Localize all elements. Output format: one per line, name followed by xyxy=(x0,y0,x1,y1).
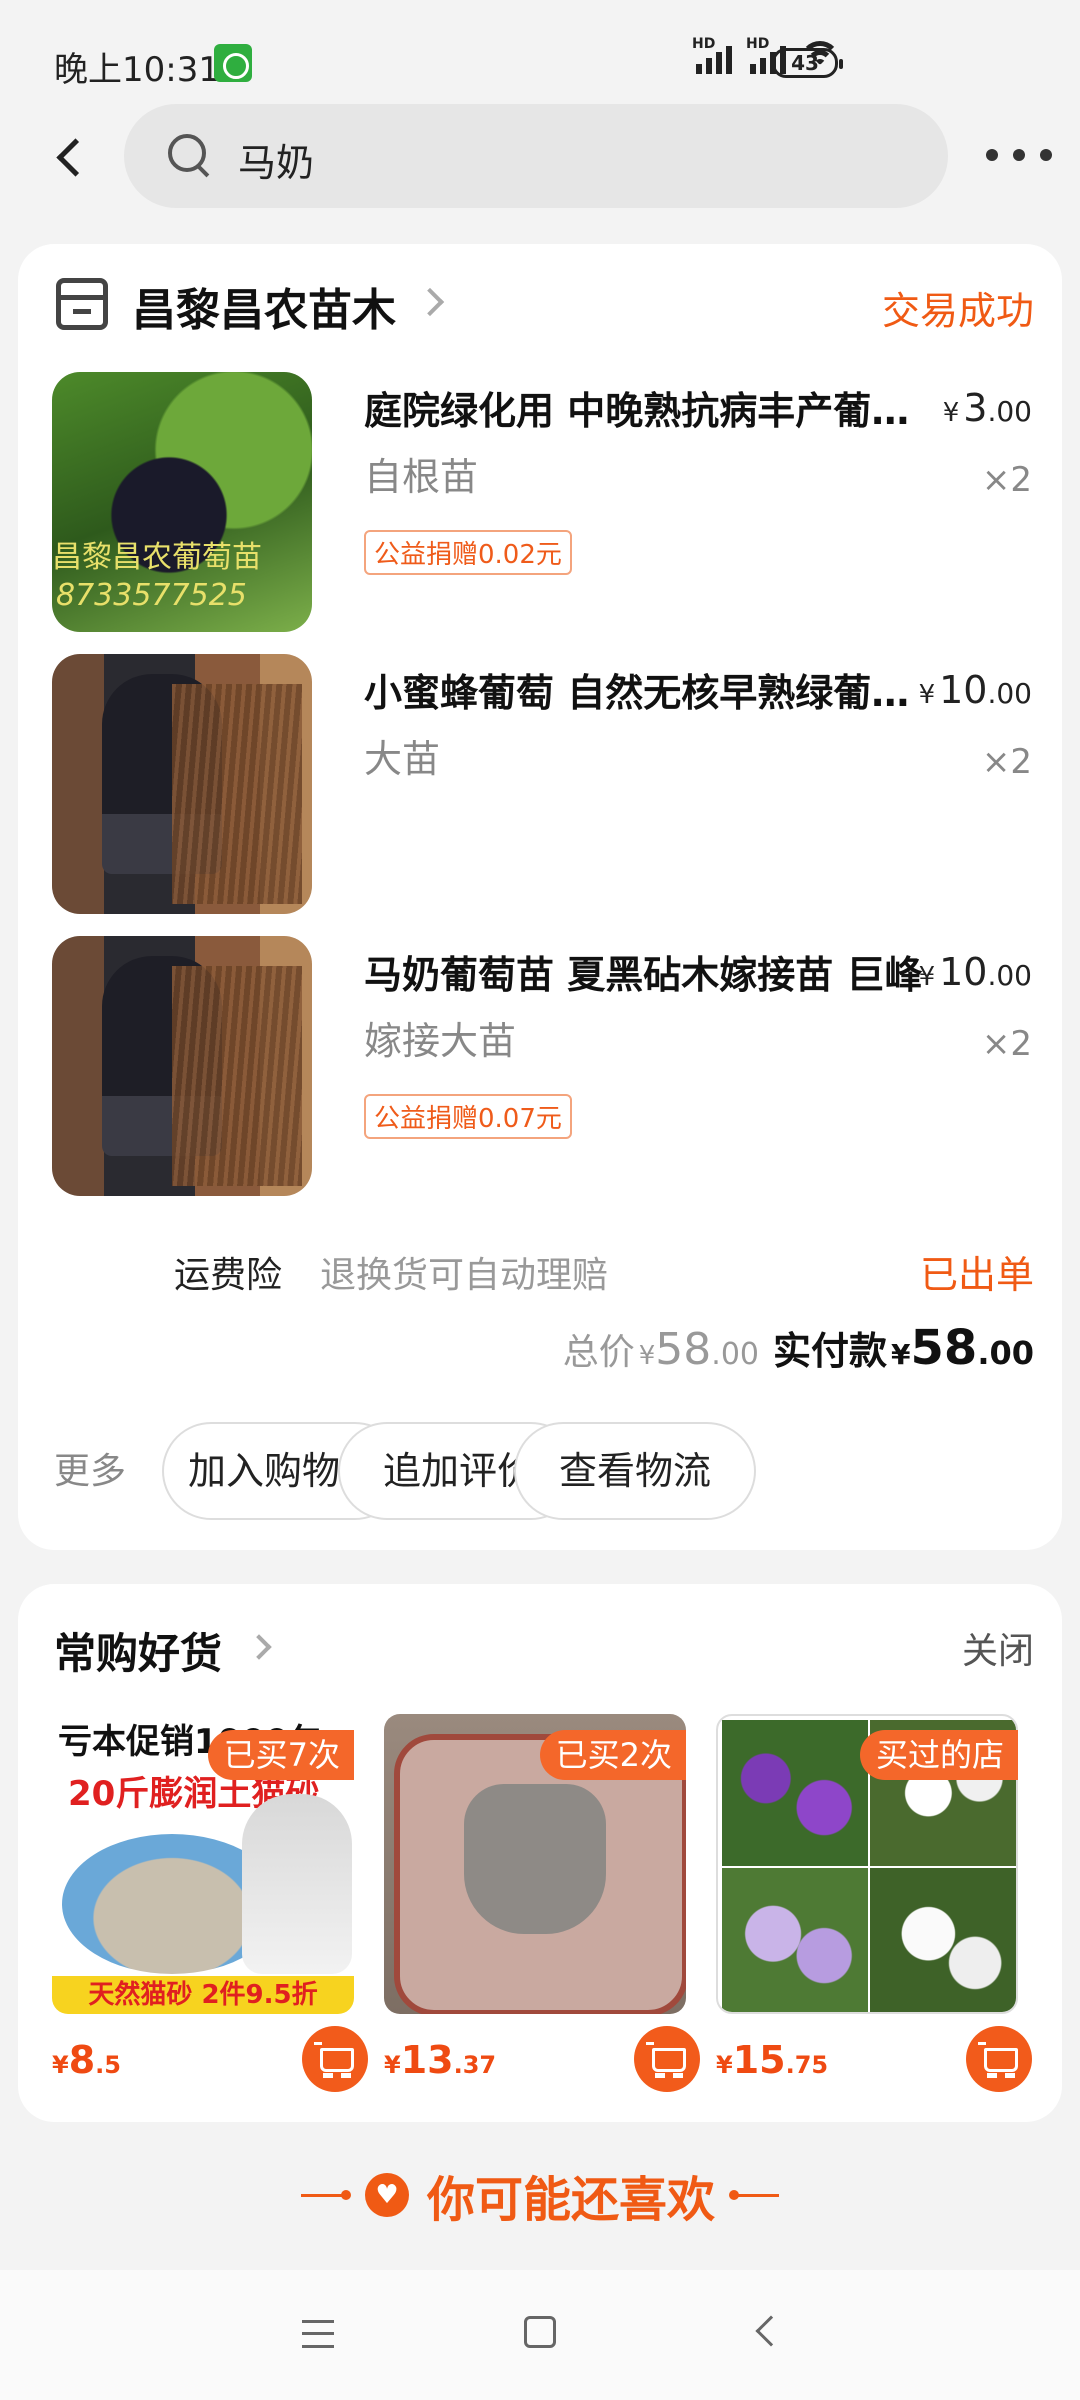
product-quantity: ×2 xyxy=(981,742,1032,782)
insurance-label: 运费险 xyxy=(174,1255,283,1296)
price-summary: 总价 ¥58.00 实付款 ¥58.00 xyxy=(563,1320,1034,1376)
cat-image xyxy=(242,1794,352,1974)
order-product[interactable]: 马奶葡萄苗 夏黑砧木嫁接苗 巨峰 嫁接大苗 ¥10.00 ×2 公益捐赠0.07… xyxy=(52,936,1032,1196)
header: 马奶 xyxy=(0,100,1080,220)
product-image[interactable] xyxy=(52,654,312,914)
total-label: 总价 xyxy=(562,1332,635,1373)
cart-icon[interactable] xyxy=(966,2026,1032,2092)
paid-value: ¥58.00 xyxy=(891,1320,1034,1376)
donation-tag: 公益捐赠0.07元 xyxy=(364,1094,572,1139)
shop-name[interactable]: 昌黎昌农苗木 xyxy=(132,274,396,338)
recommend-heading: 你可能还喜欢 xyxy=(0,2160,1080,2230)
decorative-line xyxy=(300,2189,351,2200)
search-input[interactable]: 马奶 xyxy=(124,104,948,208)
purchase-badge: 已买2次 xyxy=(539,1730,686,1780)
order-card: 昌黎昌农苗木 交易成功 昌黎昌农葡萄苗 8733577525 庭院绿化用 中晚熟… xyxy=(18,244,1062,1550)
goods-item[interactable]: 已买2次 ¥13.37 xyxy=(384,1714,700,2094)
frequent-title[interactable]: 常购好货 xyxy=(54,1620,222,1681)
back-arrow-icon[interactable] xyxy=(40,128,100,188)
goods-item[interactable]: 买过的店 ¥15.75 xyxy=(716,1714,1032,2094)
product-spec: 嫁接大苗 xyxy=(364,1019,517,1063)
decorative-line xyxy=(729,2189,779,2200)
product-spec: 自根苗 xyxy=(364,455,479,499)
goods-price: ¥15.75 xyxy=(716,2038,829,2082)
nav-back-icon[interactable] xyxy=(755,2315,787,2347)
purchase-badge: 已买7次 xyxy=(207,1730,354,1780)
status-bar: 晚上10:31 HD HD 43 xyxy=(0,0,1080,100)
order-product[interactable]: 昌黎昌农葡萄苗 8733577525 庭院绿化用 中晚熟抗病丰产葡萄苗 自根苗 … xyxy=(52,372,1032,632)
hd-label: HD xyxy=(692,36,716,52)
chevron-right-icon[interactable] xyxy=(415,287,445,317)
goods-item[interactable]: 亏本促销1000包 20斤膨润土猫砂 天然猫砂 2件9.5折 已买7次 ¥8.5 xyxy=(52,1714,368,2094)
close-button[interactable]: 关闭 xyxy=(962,1622,1034,1674)
order-product[interactable]: 小蜜蜂葡萄 自然无核早熟绿葡萄苗 大苗 ¥10.00 ×2 xyxy=(52,654,1032,914)
chevron-right-icon[interactable] xyxy=(246,1634,272,1660)
more-link[interactable]: 更多 xyxy=(54,1442,126,1494)
view-logistics-button[interactable]: 查看物流 xyxy=(514,1422,756,1520)
product-quantity: ×2 xyxy=(981,1024,1032,1064)
heart-icon xyxy=(364,2173,409,2217)
search-icon xyxy=(168,134,212,178)
shop-icon xyxy=(56,278,108,330)
product-title: 马奶葡萄苗 夏黑砧木嫁接苗 巨峰 xyxy=(364,953,923,997)
product-spec: 大苗 xyxy=(364,737,441,781)
total-value: ¥58.00 xyxy=(638,1324,760,1375)
product-image[interactable] xyxy=(52,936,312,1196)
hd-label: HD xyxy=(746,36,770,52)
more-dots-icon[interactable] xyxy=(986,140,1052,170)
product-price: ¥3.00 xyxy=(942,386,1032,430)
insurance-description: 退换货可自动理赔 xyxy=(320,1255,609,1296)
product-price: ¥10.00 xyxy=(918,668,1032,712)
recommend-title: 你可能还喜欢 xyxy=(426,2172,715,2228)
menu-icon[interactable] xyxy=(302,2320,334,2348)
app-notification-icon xyxy=(214,44,252,82)
order-status: 交易成功 xyxy=(881,289,1034,333)
image-watermark-number: 8733577525 xyxy=(56,578,247,613)
search-query: 马奶 xyxy=(238,141,315,185)
product-title: 小蜜蜂葡萄 自然无核早熟绿葡萄苗 xyxy=(364,671,924,715)
system-nav-bar xyxy=(0,2270,1080,2400)
cart-icon[interactable] xyxy=(302,2026,368,2092)
battery-icon: 43 xyxy=(772,48,843,78)
home-icon[interactable] xyxy=(524,2316,556,2348)
image-text: 天然猫砂 2件9.5折 xyxy=(52,1976,354,2014)
product-quantity: ×2 xyxy=(981,460,1032,500)
product-image[interactable]: 昌黎昌农葡萄苗 8733577525 xyxy=(52,372,312,632)
frequent-card: 常购好货 关闭 亏本促销1000包 20斤膨润土猫砂 天然猫砂 2件9.5折 已… xyxy=(18,1584,1062,2122)
signal-icon: HD xyxy=(692,36,732,74)
goods-price: ¥13.37 xyxy=(384,2038,497,2082)
cart-icon[interactable] xyxy=(634,2026,700,2092)
insurance-status[interactable]: 已出单 xyxy=(920,1244,1034,1299)
purchase-badge: 买过的店 xyxy=(859,1730,1018,1780)
status-time: 晚上10:31 xyxy=(54,50,220,90)
product-price: ¥10.00 xyxy=(918,950,1032,994)
donation-tag: 公益捐赠0.02元 xyxy=(364,530,572,575)
paid-label: 实付款 xyxy=(773,1329,888,1373)
image-watermark-text: 昌黎昌农葡萄苗 xyxy=(52,540,262,575)
product-title: 庭院绿化用 中晚熟抗病丰产葡萄苗 xyxy=(364,389,924,433)
goods-price: ¥8.5 xyxy=(52,2038,121,2082)
